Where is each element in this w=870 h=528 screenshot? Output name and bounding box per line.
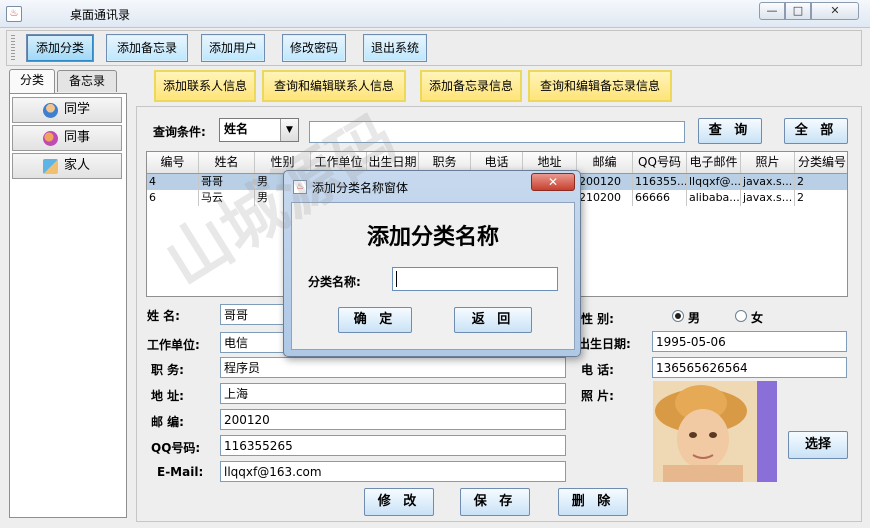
- address-label: 地 址:: [151, 389, 184, 403]
- table-cell: 6: [147, 190, 199, 206]
- gender-male-radio[interactable]: [672, 310, 684, 322]
- gender-female-label: 女: [751, 311, 764, 325]
- category-list-panel: 同学 同事 家人: [9, 93, 127, 518]
- category-name-label: 分类名称:: [308, 275, 361, 289]
- tab-category[interactable]: 分类: [9, 69, 55, 93]
- name-label: 姓 名:: [147, 309, 180, 323]
- dialog-close-button[interactable]: ✕: [531, 173, 575, 191]
- text-cursor: [396, 271, 397, 287]
- table-cell: 210200: [577, 190, 633, 206]
- email-input[interactable]: llqqxf@163.com: [220, 461, 566, 482]
- query-search-input[interactable]: [309, 121, 685, 143]
- tab-add-memo[interactable]: 添加备忘录信息: [420, 70, 522, 102]
- change-password-button[interactable]: 修改密码: [282, 34, 346, 62]
- column-header[interactable]: 编号: [147, 152, 199, 173]
- column-header[interactable]: 照片: [741, 152, 795, 173]
- choose-photo-button[interactable]: 选择: [788, 431, 848, 459]
- email-label: E-Mail:: [157, 465, 204, 479]
- column-header[interactable]: 姓名: [199, 152, 255, 173]
- classmate-icon: [43, 103, 58, 118]
- delete-button[interactable]: 删 除: [558, 488, 628, 516]
- close-button[interactable]: ✕: [811, 2, 859, 20]
- gender-label: 性 别:: [581, 312, 614, 326]
- category-label: 家人: [64, 158, 91, 173]
- category-label: 同学: [64, 102, 91, 117]
- zip-input[interactable]: 200120: [220, 409, 566, 430]
- category-name-input[interactable]: [392, 267, 558, 291]
- birth-date-input[interactable]: 1995-05-06: [652, 331, 847, 352]
- job-input[interactable]: 程序员: [220, 357, 566, 378]
- tab-memo[interactable]: 备忘录: [57, 70, 117, 92]
- phone-label: 电 话:: [581, 363, 614, 377]
- work-unit-label: 工作单位:: [147, 338, 200, 352]
- tab-query-edit-memo[interactable]: 查询和编辑备忘录信息: [528, 70, 672, 102]
- confirm-button[interactable]: 确 定: [338, 307, 412, 333]
- maximize-button[interactable]: □: [785, 2, 811, 20]
- query-field-select[interactable]: 姓名 ▼: [219, 118, 299, 142]
- child-photo-image: [653, 381, 777, 482]
- column-header[interactable]: 电子邮件: [687, 152, 741, 173]
- column-header[interactable]: 邮编: [577, 152, 633, 173]
- exit-system-button[interactable]: 退出系统: [363, 34, 427, 62]
- qq-label: QQ号码:: [151, 441, 201, 455]
- table-cell: 哥哥: [199, 174, 255, 190]
- address-input[interactable]: 上海: [220, 383, 566, 404]
- category-item-family[interactable]: 家人: [12, 153, 122, 179]
- table-cell: 2: [797, 175, 804, 188]
- add-memo-button[interactable]: 添加备忘录: [106, 34, 188, 62]
- add-category-button[interactable]: 添加分类: [26, 34, 94, 62]
- column-header[interactable]: QQ号码: [633, 152, 687, 173]
- add-user-button[interactable]: 添加用户: [201, 34, 265, 62]
- query-condition-label: 查询条件:: [153, 125, 206, 139]
- dialog-body: 添加分类名称 分类名称: 确 定 返 回: [291, 202, 575, 350]
- table-cell: 马云: [199, 190, 255, 206]
- java-cup-icon: ♨: [293, 180, 307, 194]
- edit-button[interactable]: 修 改: [364, 488, 434, 516]
- main-toolbar: 添加分类 添加备忘录 添加用户 修改密码 退出系统: [6, 30, 862, 66]
- back-button[interactable]: 返 回: [454, 307, 532, 333]
- tab-add-contact[interactable]: 添加联系人信息: [154, 70, 256, 102]
- table-cell: javax.s...: [741, 174, 795, 190]
- add-category-dialog: ♨ 添加分类名称窗体 ✕ 添加分类名称 分类名称: 确 定 返 回: [283, 170, 581, 357]
- contact-photo: [653, 381, 777, 482]
- phone-input[interactable]: 136565626564: [652, 357, 847, 378]
- table-cell: 2: [797, 191, 804, 204]
- job-label: 职 务:: [151, 363, 184, 377]
- category-item-classmate[interactable]: 同学: [12, 97, 122, 123]
- table-cell: 116355...: [635, 174, 687, 190]
- minimize-button[interactable]: —: [759, 2, 785, 20]
- colleague-icon: [43, 131, 58, 146]
- query-field-value: 姓名: [224, 122, 249, 136]
- category-item-colleague[interactable]: 同事: [12, 125, 122, 151]
- chevron-down-icon[interactable]: ▼: [280, 119, 298, 141]
- window-title: 桌面通讯录: [70, 8, 131, 22]
- qq-input[interactable]: 116355265: [220, 435, 566, 456]
- app-icon: ♨: [6, 6, 22, 22]
- table-cell: 66666: [633, 190, 687, 206]
- gender-male-label: 男: [688, 311, 701, 325]
- toolbar-grip[interactable]: [11, 35, 15, 61]
- table-cell: 4: [147, 174, 199, 190]
- dialog-heading: 添加分类名称: [366, 224, 499, 250]
- table-cell: alibaba...: [689, 190, 741, 206]
- table-cell: 200120: [577, 174, 633, 190]
- tab-query-edit-contact[interactable]: 查询和编辑联系人信息: [262, 70, 406, 102]
- gender-female-radio[interactable]: [735, 310, 747, 322]
- zip-label: 邮 编:: [151, 415, 184, 429]
- search-button[interactable]: 查 询: [698, 118, 762, 144]
- work-unit-input[interactable]: 电信: [220, 332, 292, 353]
- family-icon: [43, 159, 58, 174]
- dialog-title: 添加分类名称窗体: [312, 181, 409, 195]
- photo-label: 照 片:: [581, 389, 614, 403]
- save-button[interactable]: 保 存: [460, 488, 530, 516]
- title-bar: ♨ 桌面通讯录 — □ ✕: [0, 0, 870, 28]
- table-cell: llqqxf@...: [689, 174, 741, 190]
- show-all-button[interactable]: 全 部: [784, 118, 848, 144]
- birth-date-label: 出生日期:: [578, 337, 631, 351]
- table-cell: javax.s...: [741, 190, 795, 206]
- category-label: 同事: [64, 130, 91, 145]
- column-header[interactable]: 分类编号: [795, 152, 847, 173]
- name-input[interactable]: 哥哥: [220, 304, 292, 325]
